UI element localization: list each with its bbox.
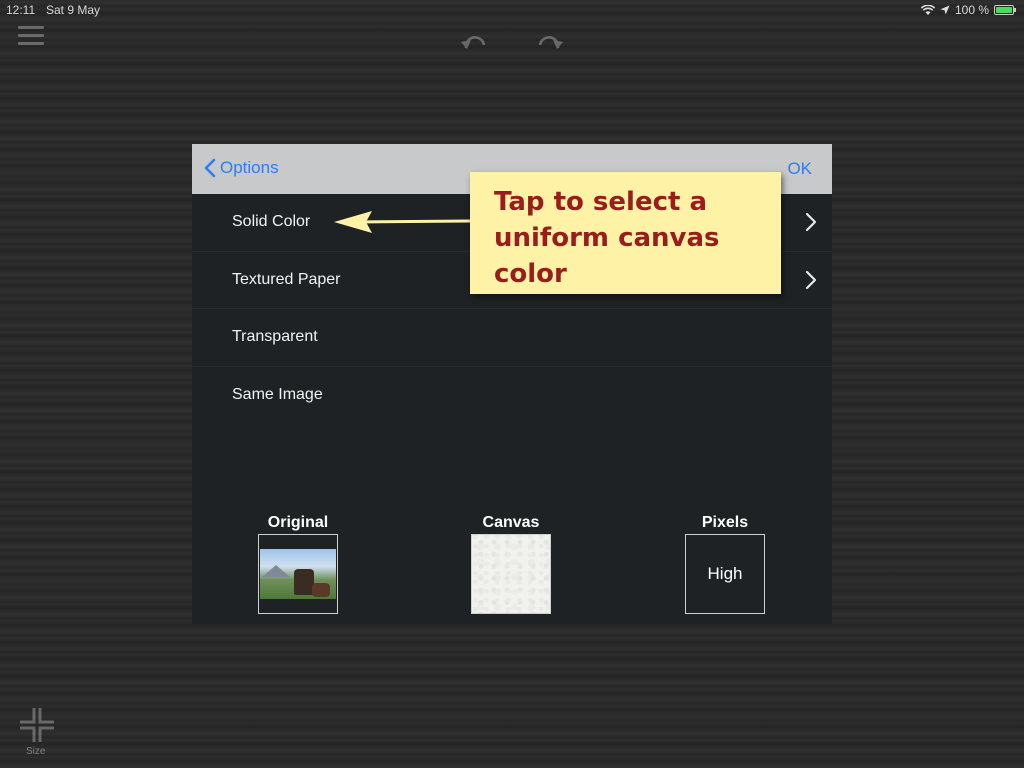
tutorial-callout: Tap to select a uniform canvas color	[470, 172, 781, 294]
ok-button[interactable]: OK	[787, 159, 812, 179]
size-icon[interactable]	[16, 704, 58, 746]
option-transparent[interactable]: Transparent	[192, 309, 832, 367]
canvas-texture-thumbnail[interactable]	[471, 534, 551, 614]
option-label: Same Image	[232, 386, 323, 404]
battery-percent: 100 %	[954, 3, 989, 17]
status-date: Sat 9 May	[46, 3, 101, 17]
menu-icon[interactable]	[18, 26, 44, 46]
chevron-right-icon	[805, 213, 817, 232]
option-label: Transparent	[232, 328, 318, 346]
callout-arrow	[334, 211, 471, 233]
thumb-canvas[interactable]: Canvas	[471, 514, 551, 614]
location-icon	[940, 5, 950, 15]
chevron-left-icon	[204, 158, 216, 178]
status-bar: 12:11 Sat 9 May 100 %	[0, 0, 1024, 20]
paper-texture	[472, 535, 550, 613]
status-right: 100 %	[920, 3, 1016, 17]
thumb-original-title: Original	[267, 514, 329, 531]
callout-line-3: color	[494, 259, 567, 289]
original-image-thumbnail[interactable]	[258, 534, 338, 614]
status-time: 12:11	[6, 3, 36, 17]
option-same-image[interactable]: Same Image	[192, 367, 832, 425]
size-label: Size	[26, 746, 46, 757]
back-label: Options	[220, 158, 279, 177]
option-label: Textured Paper	[232, 270, 341, 288]
battery-icon	[994, 5, 1016, 15]
pixels-value: High	[707, 564, 743, 583]
horse-photo	[260, 549, 336, 599]
option-label: Solid Color	[232, 213, 311, 231]
back-button[interactable]: Options	[204, 158, 279, 178]
undo-icon[interactable]	[460, 36, 490, 50]
thumb-canvas-title: Canvas	[482, 514, 540, 531]
callout-line-2: uniform canvas	[494, 223, 720, 253]
thumb-original[interactable]: Original	[258, 514, 338, 614]
pixels-quality-box[interactable]: High	[685, 534, 765, 614]
wifi-icon	[920, 4, 935, 15]
thumb-pixels[interactable]: Pixels High	[685, 514, 765, 614]
redo-icon[interactable]	[534, 36, 564, 50]
chevron-right-icon	[805, 270, 817, 289]
thumbnail-row: Original Canvas Pixels High	[192, 514, 832, 614]
callout-line-1: Tap to select a	[494, 187, 708, 217]
thumb-pixels-title: Pixels	[701, 514, 749, 531]
